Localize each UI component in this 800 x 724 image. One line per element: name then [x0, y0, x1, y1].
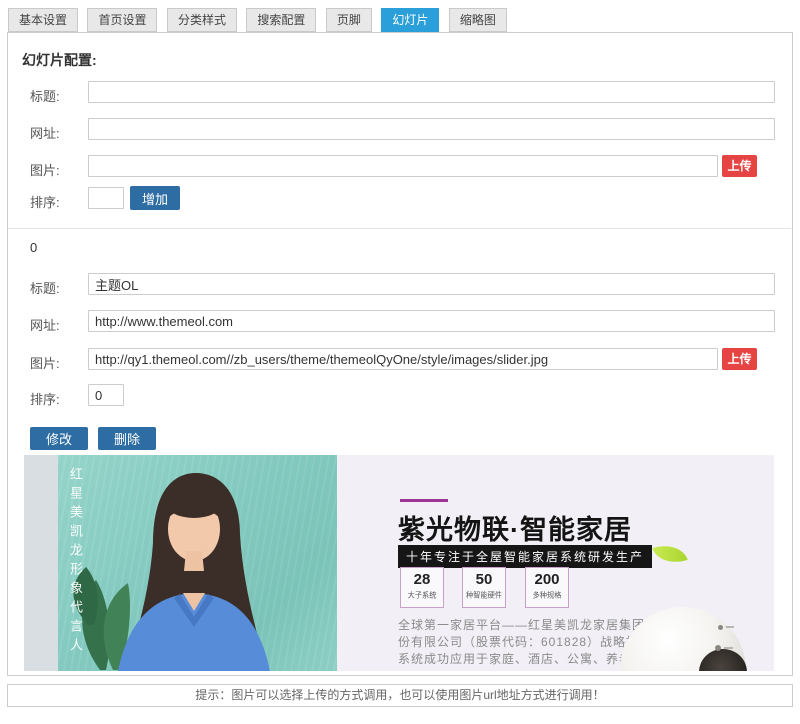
- stat-label: 多种规格: [528, 591, 566, 601]
- banner-text-area: 紫光物联·智能家居 十年专注于全屋智能家居系统研发生产 28 大子系统 50 种…: [337, 455, 774, 671]
- entry-order-label: 排序:: [30, 389, 82, 408]
- entry-image-input[interactable]: [88, 348, 718, 370]
- add-url-input[interactable]: [88, 118, 775, 140]
- tab-thumbnail[interactable]: 缩略图: [449, 8, 507, 32]
- delete-button[interactable]: 删除: [98, 427, 156, 450]
- add-title-input[interactable]: [88, 81, 775, 103]
- add-image-label: 图片:: [30, 160, 82, 179]
- add-order-label: 排序:: [30, 192, 82, 211]
- add-order-input[interactable]: [88, 187, 124, 209]
- banner-accent-line: [400, 499, 448, 502]
- spokesperson-illustration: [58, 455, 337, 671]
- stat-label: 大子系统: [403, 591, 441, 601]
- banner-description-line: 全球第一家居平台——红星美凯龙家居集团股: [398, 617, 666, 634]
- page: 基本设置 首页设置 分类样式 搜索配置 页脚 幻灯片 缩略图 幻灯片配置: 标题…: [0, 0, 800, 724]
- stat-specs: 200 多种规格: [525, 567, 569, 608]
- footer-tip: 提示：图片可以选择上传的方式调用，也可以使用图片url地址方式进行调用！: [7, 684, 793, 707]
- device-label-mark: [724, 647, 733, 649]
- device-button-dot: [718, 625, 723, 630]
- add-image-input[interactable]: [88, 155, 718, 177]
- stat-label: 种智能硬件: [465, 591, 503, 601]
- tab-home-settings[interactable]: 首页设置: [87, 8, 157, 32]
- tab-slideshow[interactable]: 幻灯片: [381, 8, 439, 32]
- banner-photo-area: 红星美凯龙形象代言人: [58, 455, 337, 671]
- add-title-label: 标题:: [30, 86, 82, 105]
- device-button-dot: [715, 645, 721, 651]
- tab-basic-settings[interactable]: 基本设置: [8, 8, 78, 32]
- stat-hardware: 50 种智能硬件: [462, 567, 506, 608]
- banner-title: 紫光物联·智能家居: [398, 508, 632, 547]
- slide-entry-index: 0: [30, 240, 37, 255]
- entry-url-input[interactable]: [88, 310, 775, 332]
- panel-heading: 幻灯片配置:: [22, 50, 97, 70]
- slide-preview-image: 红星美凯龙形象代言人 紫光物联·智能家居 十年专注于全屋智能家居系统研发生产 2…: [24, 455, 774, 671]
- entry-image-label: 图片:: [30, 353, 82, 372]
- leaf-decoration: [652, 539, 687, 569]
- tab-footer[interactable]: 页脚: [326, 8, 372, 32]
- add-url-label: 网址:: [30, 123, 82, 142]
- device-label-mark: [726, 626, 734, 628]
- entry-title-label: 标题:: [30, 278, 82, 297]
- stat-value: 28: [401, 570, 443, 590]
- tab-search-config[interactable]: 搜索配置: [246, 8, 316, 32]
- banner-vertical-slogan: 红星美凯龙形象代言人: [66, 467, 85, 657]
- entry-order-input[interactable]: [88, 384, 124, 406]
- woman-figure: [118, 473, 270, 671]
- banner-left-strip: [24, 455, 58, 671]
- modify-button[interactable]: 修改: [30, 427, 88, 450]
- tab-category-style[interactable]: 分类样式: [167, 8, 237, 32]
- section-divider: [8, 228, 791, 229]
- entry-upload-button[interactable]: 上传: [722, 348, 757, 370]
- settings-tabbar: 基本设置 首页设置 分类样式 搜索配置 页脚 幻灯片 缩略图: [8, 8, 512, 32]
- banner-subtitle: 十年专注于全屋智能家居系统研发生产: [398, 545, 652, 568]
- add-upload-button[interactable]: 上传: [722, 155, 757, 177]
- stat-subsystems: 28 大子系统: [400, 567, 444, 608]
- stat-value: 200: [526, 570, 568, 590]
- entry-url-label: 网址:: [30, 315, 82, 334]
- add-button[interactable]: 增加: [130, 186, 180, 210]
- entry-title-input[interactable]: [88, 273, 775, 295]
- stat-value: 50: [463, 570, 505, 590]
